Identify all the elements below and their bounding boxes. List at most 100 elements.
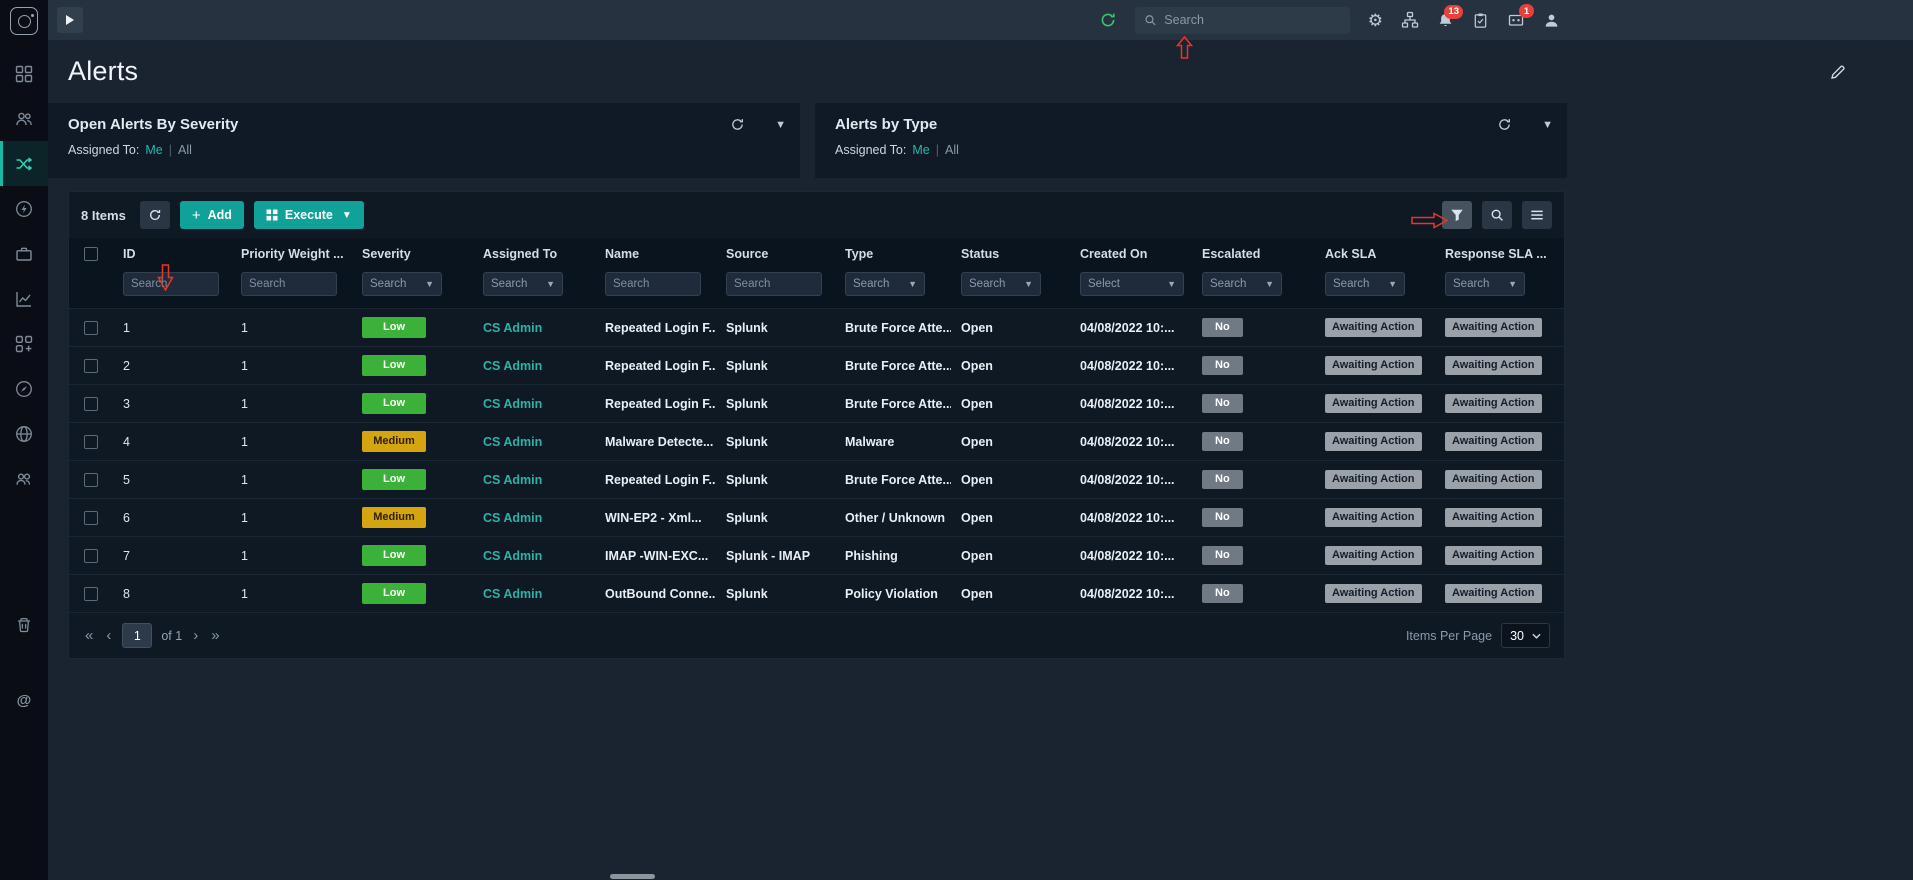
filter-button[interactable] (1442, 201, 1472, 229)
column-header-source[interactable]: Source (716, 247, 835, 261)
sidebar-item-teams[interactable] (0, 456, 48, 501)
sidebar-item-automation[interactable] (0, 186, 48, 231)
prev-page-button[interactable]: ‹ (104, 627, 113, 644)
edit-page-icon[interactable] (1830, 63, 1847, 80)
column-header-priority_weight[interactable]: Priority Weight ... (231, 247, 352, 261)
row-checkbox[interactable] (84, 358, 98, 373)
filter-input-name[interactable] (605, 272, 701, 296)
column-header-id[interactable]: ID (113, 247, 231, 261)
sidebar-item-mentions[interactable]: @ (0, 678, 48, 723)
sync-status-icon[interactable] (1099, 11, 1117, 29)
assigned-me-link[interactable]: Me (912, 143, 929, 157)
next-page-button[interactable]: › (191, 627, 200, 644)
row-checkbox[interactable] (84, 548, 98, 563)
sidebar-item-dashboard[interactable] (0, 51, 48, 96)
filter-select-escalated[interactable]: Search ▼ (1202, 272, 1282, 296)
table-search-button[interactable] (1482, 201, 1512, 229)
filter-select-ack_sla[interactable]: Search ▼ (1325, 272, 1405, 296)
column-header-status[interactable]: Status (951, 247, 1070, 261)
table-row[interactable]: 1 1 Low CS Admin Repeated Login F... Splunk Br… (69, 308, 1564, 346)
sidebar-item-users[interactable] (0, 96, 48, 141)
select-all-checkbox[interactable] (84, 247, 98, 261)
table-row[interactable]: 4 1 Medium CS Admin Malware Detecte... Splunk… (69, 422, 1564, 460)
filter-select-assigned_to[interactable]: Search ▼ (483, 272, 563, 296)
table-menu-button[interactable] (1522, 201, 1552, 229)
settings-gear-icon[interactable]: ⚙ (1368, 12, 1383, 29)
execute-button[interactable]: Execute ▼ (253, 201, 364, 229)
sidebar-item-cases[interactable] (0, 231, 48, 276)
row-checkbox[interactable] (84, 434, 98, 449)
assigned-to-link[interactable]: CS Admin (483, 587, 542, 601)
filter-input-id[interactable] (123, 272, 219, 296)
assigned-to-link[interactable]: CS Admin (483, 359, 542, 373)
row-checkbox[interactable] (84, 320, 98, 335)
panel-title: Alerts by Type (835, 116, 938, 133)
sidebar-item-threat-intel[interactable] (0, 366, 48, 411)
assigned-to-link[interactable]: CS Admin (483, 473, 542, 487)
table-row[interactable]: 7 1 Low CS Admin IMAP -WIN-EXC... Splunk - IM… (69, 536, 1564, 574)
table-row[interactable]: 8 1 Low CS Admin OutBound Conne... Splunk Poli… (69, 574, 1564, 612)
refresh-table-button[interactable] (139, 201, 170, 229)
items-per-page-select[interactable]: 30 (1501, 623, 1550, 648)
refresh-icon[interactable] (730, 117, 745, 132)
assigned-all-link[interactable]: All (178, 143, 192, 157)
sidebar-item-trash[interactable] (0, 602, 48, 647)
filter-input-priority_weight[interactable] (241, 272, 337, 296)
global-search[interactable] (1134, 6, 1350, 34)
assigned-to-link[interactable]: CS Admin (483, 549, 542, 563)
bottom-scroll-hint[interactable] (610, 874, 655, 879)
add-button[interactable]: + Add (179, 201, 244, 229)
sidebar-item-web[interactable] (0, 411, 48, 456)
column-header-type[interactable]: Type (835, 247, 951, 261)
first-page-button[interactable]: « (83, 627, 95, 644)
sidebar-item-apps[interactable] (0, 321, 48, 366)
chevron-down-icon[interactable]: ▼ (775, 119, 786, 131)
current-page[interactable]: 1 (122, 623, 153, 648)
assigned-to-link[interactable]: CS Admin (483, 435, 542, 449)
chevron-down-icon (1532, 633, 1541, 639)
table-row[interactable]: 3 1 Low CS Admin Repeated Login F... Splunk Br… (69, 384, 1564, 422)
column-header-severity[interactable]: Severity (352, 247, 473, 261)
chevron-down-icon[interactable]: ▼ (1542, 119, 1553, 131)
assigned-all-link[interactable]: All (945, 143, 959, 157)
row-checkbox[interactable] (84, 472, 98, 487)
assigned-to-link[interactable]: CS Admin (483, 511, 542, 525)
table-head: ID Priority Weight ... Severity Assigned To… (69, 238, 1564, 308)
escalated-badge: No (1202, 584, 1243, 603)
column-header-response_sla[interactable]: Response SLA ... (1435, 247, 1564, 261)
last-page-button[interactable]: » (209, 627, 221, 644)
table-row[interactable]: 5 1 Low CS Admin Repeated Login F... Splunk Br… (69, 460, 1564, 498)
filter-select-status[interactable]: Search ▼ (961, 272, 1041, 296)
sidebar-item-alerts[interactable] (0, 141, 48, 186)
notifications-count-badge: 13 (1444, 4, 1463, 19)
table-row[interactable]: 6 1 Medium CS Admin WIN-EP2 - Xml... Splunk Ot… (69, 498, 1564, 536)
column-header-ack_sla[interactable]: Ack SLA (1315, 247, 1435, 261)
row-checkbox[interactable] (84, 396, 98, 411)
assigned-to-link[interactable]: CS Admin (483, 397, 542, 411)
filter-select-type[interactable]: Search ▼ (845, 272, 925, 296)
global-search-input[interactable] (1164, 13, 1341, 27)
column-header-created_on[interactable]: Created On (1070, 247, 1192, 261)
row-checkbox[interactable] (84, 510, 98, 525)
filter-select-response_sla[interactable]: Search ▼ (1445, 272, 1525, 296)
org-hierarchy-icon[interactable] (1401, 11, 1419, 29)
tasks-clipboard-icon[interactable] (1472, 12, 1489, 29)
table-row[interactable]: 2 1 Low CS Admin Repeated Login F... Splunk Br… (69, 346, 1564, 384)
filter-select-severity[interactable]: Search ▼ (362, 272, 442, 296)
notifications-bell-icon[interactable]: 13 (1437, 4, 1463, 29)
app-logo[interactable] (10, 7, 38, 35)
filter-cell-escalated: Search ▼ (1192, 270, 1315, 296)
sidebar-item-reports[interactable] (0, 276, 48, 321)
product-apps-icon[interactable]: 1 (1507, 4, 1534, 29)
column-header-assigned_to[interactable]: Assigned To (473, 247, 595, 261)
column-header-escalated[interactable]: Escalated (1192, 247, 1315, 261)
filter-input-source[interactable] (726, 272, 822, 296)
refresh-icon[interactable] (1497, 117, 1512, 132)
user-profile-icon[interactable] (1543, 12, 1560, 29)
filter-select-created_on[interactable]: Select ▼ (1080, 272, 1184, 296)
sidebar-toggle-button[interactable] (57, 7, 83, 33)
column-header-name[interactable]: Name (595, 247, 716, 261)
row-checkbox[interactable] (84, 586, 98, 601)
assigned-me-link[interactable]: Me (145, 143, 162, 157)
assigned-to-link[interactable]: CS Admin (483, 321, 542, 335)
